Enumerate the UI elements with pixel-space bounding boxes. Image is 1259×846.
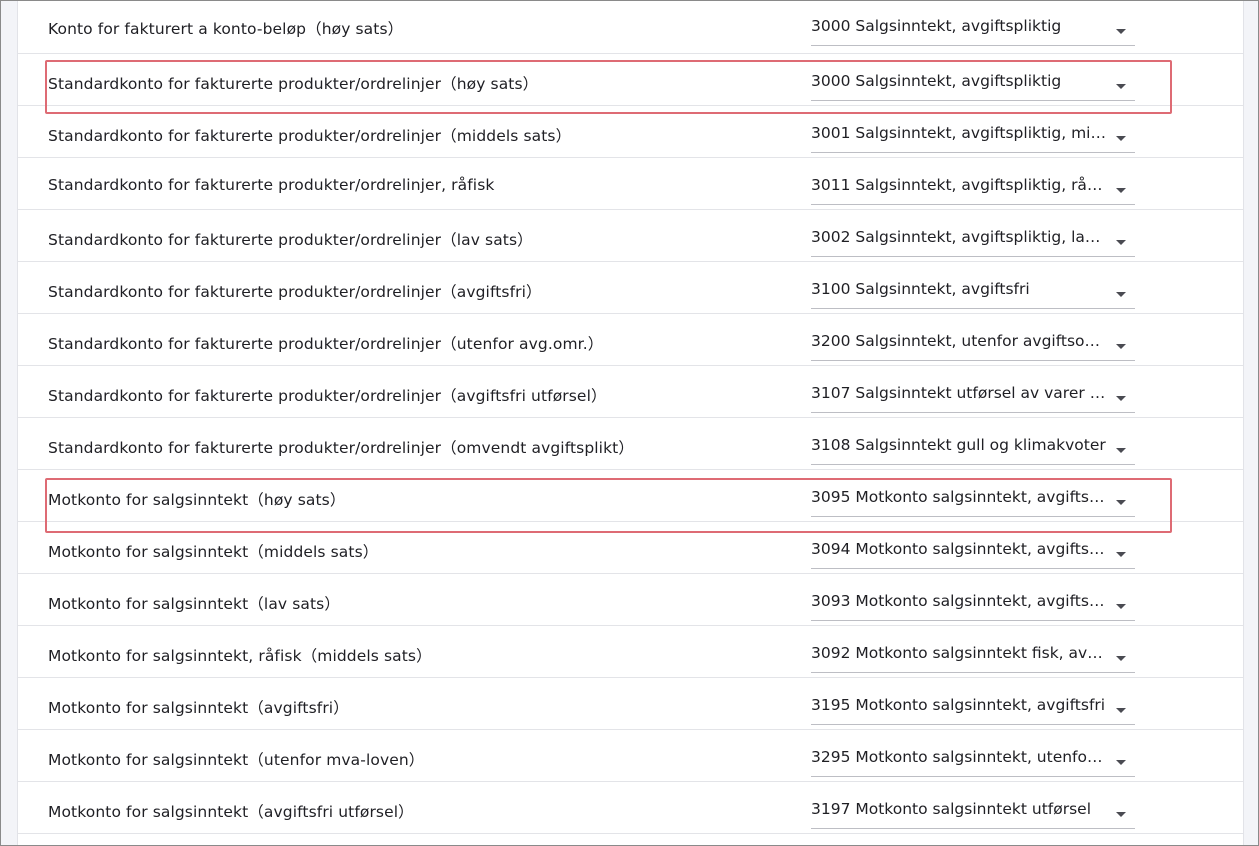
account-setting-label: Motkonto for salgsinntekt（utenfor mva-lo…: [48, 751, 425, 769]
account-setting-row: Motkonto for salgsinntekt（lav sats） 3093…: [18, 574, 1243, 626]
caret-down-icon: [1116, 708, 1126, 713]
account-select-value: 3197 Motkonto salgsinntekt utførsel: [811, 800, 1091, 818]
account-select[interactable]: 3108 Salgsinntekt gull og klimakvoter: [811, 435, 1135, 465]
account-setting-row: Motkonto for salgsinntekt（høy sats） 3095…: [18, 470, 1243, 522]
caret-down-icon: [1116, 812, 1126, 817]
account-select[interactable]: 3093 Motkonto salgsinntekt, avgiftsplikt…: [811, 591, 1135, 621]
caret-down-icon: [1116, 656, 1126, 661]
account-select-value: 3093 Motkonto salgsinntekt, avgiftsplikt…: [811, 592, 1106, 610]
account-select[interactable]: 3197 Motkonto salgsinntekt utførsel: [811, 799, 1135, 829]
account-setting-row: Standardkonto for fakturerte produkter/o…: [18, 210, 1243, 262]
account-select[interactable]: 3011 Salgsinntekt, avgiftspliktig, råfis…: [811, 175, 1135, 205]
account-select-value: 3195 Motkonto salgsinntekt, avgiftsfri: [811, 696, 1106, 714]
account-setting-label: Motkonto for salgsinntekt, råfisk（middel…: [48, 647, 432, 665]
account-select[interactable]: 3001 Salgsinntekt, avgiftspliktig, midde…: [811, 123, 1135, 153]
account-setting-label: Standardkonto for fakturerte produkter/o…: [48, 335, 604, 353]
account-select[interactable]: 3000 Salgsinntekt, avgiftspliktig: [811, 71, 1135, 101]
account-setting-row: Standardkonto for fakturerte produkter/o…: [18, 262, 1243, 314]
caret-down-icon: [1116, 136, 1126, 141]
account-setting-label: Motkonto for salgsinntekt（avgiftsfri）: [48, 699, 349, 717]
account-setting-label: Motkonto for salgsinntekt（middels sats）: [48, 543, 379, 561]
account-select[interactable]: 3107 Salgsinntekt utførsel av varer og t…: [811, 383, 1135, 413]
account-select-value: 3092 Motkonto salgsinntekt fisk, avgifts…: [811, 644, 1106, 662]
account-select-value: 3107 Salgsinntekt utførsel av varer og t…: [811, 384, 1106, 402]
account-setting-label: Motkonto for salgsinntekt（avgiftsfri utf…: [48, 803, 414, 821]
caret-down-icon: [1116, 760, 1126, 765]
account-select-value: 3001 Salgsinntekt, avgiftspliktig, midde…: [811, 124, 1106, 142]
account-select[interactable]: 3092 Motkonto salgsinntekt fisk, avgifts…: [811, 643, 1135, 673]
caret-down-icon: [1116, 240, 1126, 245]
account-select[interactable]: 3094 Motkonto salgsinntekt, avgiftsplikt…: [811, 539, 1135, 569]
caret-down-icon: [1116, 500, 1126, 505]
account-select-value: 3295 Motkonto salgsinntekt, utenfor mva-…: [811, 748, 1106, 766]
caret-down-icon: [1116, 344, 1126, 349]
caret-down-icon: [1116, 604, 1126, 609]
account-select-value: 3000 Salgsinntekt, avgiftspliktig: [811, 72, 1062, 90]
caret-down-icon: [1116, 188, 1126, 193]
account-select[interactable]: 3000 Salgsinntekt, avgiftspliktig: [811, 16, 1135, 46]
account-select-value: 3100 Salgsinntekt, avgiftsfri: [811, 280, 1030, 298]
account-select-value: 3108 Salgsinntekt gull og klimakvoter: [811, 436, 1106, 454]
caret-down-icon: [1116, 292, 1126, 297]
account-settings-list: Konto for fakturert a konto-beløp（høy sa…: [18, 1, 1243, 834]
account-select[interactable]: 3002 Salgsinntekt, avgiftspliktig, lav s…: [811, 227, 1135, 257]
account-select[interactable]: 3095 Motkonto salgsinntekt, avgiftsplikt…: [811, 487, 1135, 517]
account-select-value: 3002 Salgsinntekt, avgiftspliktig, lav s…: [811, 228, 1106, 246]
account-select[interactable]: 3195 Motkonto salgsinntekt, avgiftsfri: [811, 695, 1135, 725]
account-setting-row: Motkonto for salgsinntekt（avgiftsfri） 31…: [18, 678, 1243, 730]
account-select[interactable]: 3295 Motkonto salgsinntekt, utenfor mva-…: [811, 747, 1135, 777]
caret-down-icon: [1116, 84, 1126, 89]
account-setting-label: Motkonto for salgsinntekt（lav sats）: [48, 595, 340, 613]
account-setting-row: Motkonto for salgsinntekt, råfisk（middel…: [18, 626, 1243, 678]
account-setting-row: Standardkonto for fakturerte produkter/o…: [18, 314, 1243, 366]
account-setting-label: Standardkonto for fakturerte produkter/o…: [48, 439, 634, 457]
account-select[interactable]: 3100 Salgsinntekt, avgiftsfri: [811, 279, 1135, 309]
account-select[interactable]: 3200 Salgsinntekt, utenfor avgiftsområde…: [811, 331, 1135, 361]
account-setting-label: Standardkonto for fakturerte produkter/o…: [48, 176, 495, 194]
account-setting-row: Standardkonto for fakturerte produkter/o…: [18, 158, 1243, 210]
account-setting-row: Konto for fakturert a konto-beløp（høy sa…: [18, 1, 1243, 54]
account-setting-row: Motkonto for salgsinntekt（middels sats） …: [18, 522, 1243, 574]
account-setting-label: Standardkonto for fakturerte produkter/o…: [48, 75, 539, 93]
account-setting-label: Standardkonto for fakturerte produkter/o…: [48, 127, 572, 145]
caret-down-icon: [1116, 396, 1126, 401]
caret-down-icon: [1116, 448, 1126, 453]
account-setting-label: Standardkonto for fakturerte produkter/o…: [48, 387, 607, 405]
account-setting-row: Standardkonto for fakturerte produkter/o…: [18, 54, 1243, 106]
settings-panel: Konto for fakturert a konto-beløp（høy sa…: [17, 1, 1244, 845]
screenshot-frame: Konto for fakturert a konto-beløp（høy sa…: [0, 0, 1259, 846]
account-select-value: 3011 Salgsinntekt, avgiftspliktig, råfis…: [811, 176, 1106, 194]
caret-down-icon: [1116, 552, 1126, 557]
account-select-value: 3095 Motkonto salgsinntekt, avgiftsplikt…: [811, 488, 1106, 506]
account-select-value: 3200 Salgsinntekt, utenfor avgiftsområde…: [811, 332, 1106, 350]
account-setting-row: Standardkonto for fakturerte produkter/o…: [18, 106, 1243, 158]
account-setting-label: Konto for fakturert a konto-beløp（høy sa…: [48, 20, 404, 38]
account-select-value: 3094 Motkonto salgsinntekt, avgiftsplikt…: [811, 540, 1106, 558]
account-setting-row: Motkonto for salgsinntekt（avgiftsfri utf…: [18, 782, 1243, 834]
account-select-value: 3000 Salgsinntekt, avgiftspliktig: [811, 17, 1062, 35]
account-setting-row: Standardkonto for fakturerte produkter/o…: [18, 366, 1243, 418]
caret-down-icon: [1116, 29, 1126, 34]
account-setting-row: Motkonto for salgsinntekt（utenfor mva-lo…: [18, 730, 1243, 782]
account-setting-label: Standardkonto for fakturerte produkter/o…: [48, 283, 542, 301]
account-setting-label: Motkonto for salgsinntekt（høy sats）: [48, 491, 346, 509]
account-setting-label: Standardkonto for fakturerte produkter/o…: [48, 231, 533, 249]
account-setting-row: Standardkonto for fakturerte produkter/o…: [18, 418, 1243, 470]
